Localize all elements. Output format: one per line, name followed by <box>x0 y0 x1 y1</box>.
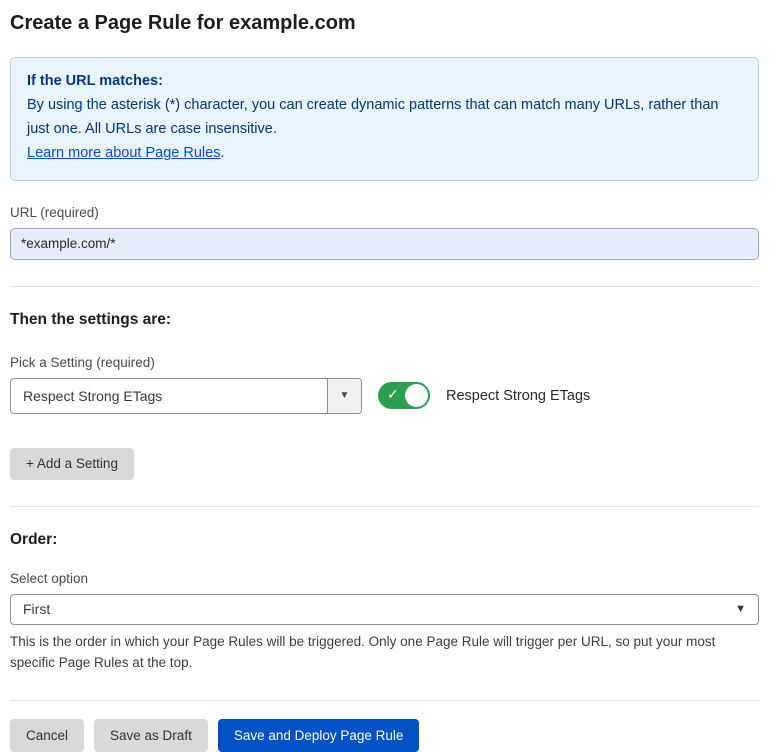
order-select-value: First <box>23 601 50 617</box>
learn-more-link[interactable]: Learn more about Page Rules <box>27 145 220 161</box>
dropdown-arrow-icon[interactable]: ▼ <box>327 379 361 413</box>
chevron-down-icon: ▼ <box>735 603 746 615</box>
setting-dropdown-value: Respect Strong ETags <box>11 379 327 413</box>
save-as-draft-button[interactable]: Save as Draft <box>94 719 208 752</box>
toggle-knob <box>405 384 428 407</box>
pick-setting-label: Pick a Setting (required) <box>10 355 759 370</box>
action-buttons: Cancel Save as Draft Save and Deploy Pag… <box>10 719 759 752</box>
order-help-text: This is the order in which your Page Rul… <box>10 631 755 674</box>
url-match-info-box: If the URL matches: By using the asteris… <box>10 57 759 181</box>
divider <box>10 700 759 701</box>
info-box-heading: If the URL matches: <box>27 70 742 94</box>
setting-dropdown[interactable]: Respect Strong ETags ▼ <box>10 378 362 414</box>
order-select[interactable]: First ▼ <box>10 594 759 625</box>
divider <box>10 506 759 507</box>
setting-row: Respect Strong ETags ▼ ✓ Respect Strong … <box>10 378 759 414</box>
page-rule-form: Create a Page Rule for example.com If th… <box>0 0 769 718</box>
etags-toggle[interactable]: ✓ <box>378 382 430 409</box>
order-select-label: Select option <box>10 571 759 586</box>
settings-heading: Then the settings are: <box>10 311 759 329</box>
save-and-deploy-button[interactable]: Save and Deploy Page Rule <box>218 719 420 752</box>
toggle-check-icon: ✓ <box>387 386 399 403</box>
link-period: . <box>220 145 224 161</box>
cancel-button[interactable]: Cancel <box>10 719 84 752</box>
url-field-label: URL (required) <box>10 205 759 220</box>
page-title: Create a Page Rule for example.com <box>10 12 759 35</box>
divider <box>10 286 759 287</box>
add-setting-button[interactable]: + Add a Setting <box>10 448 134 480</box>
url-input[interactable] <box>10 228 759 260</box>
info-box-body: By using the asterisk (*) character, you… <box>27 97 719 137</box>
toggle-label: Respect Strong ETags <box>446 388 590 404</box>
order-heading: Order: <box>10 531 759 549</box>
